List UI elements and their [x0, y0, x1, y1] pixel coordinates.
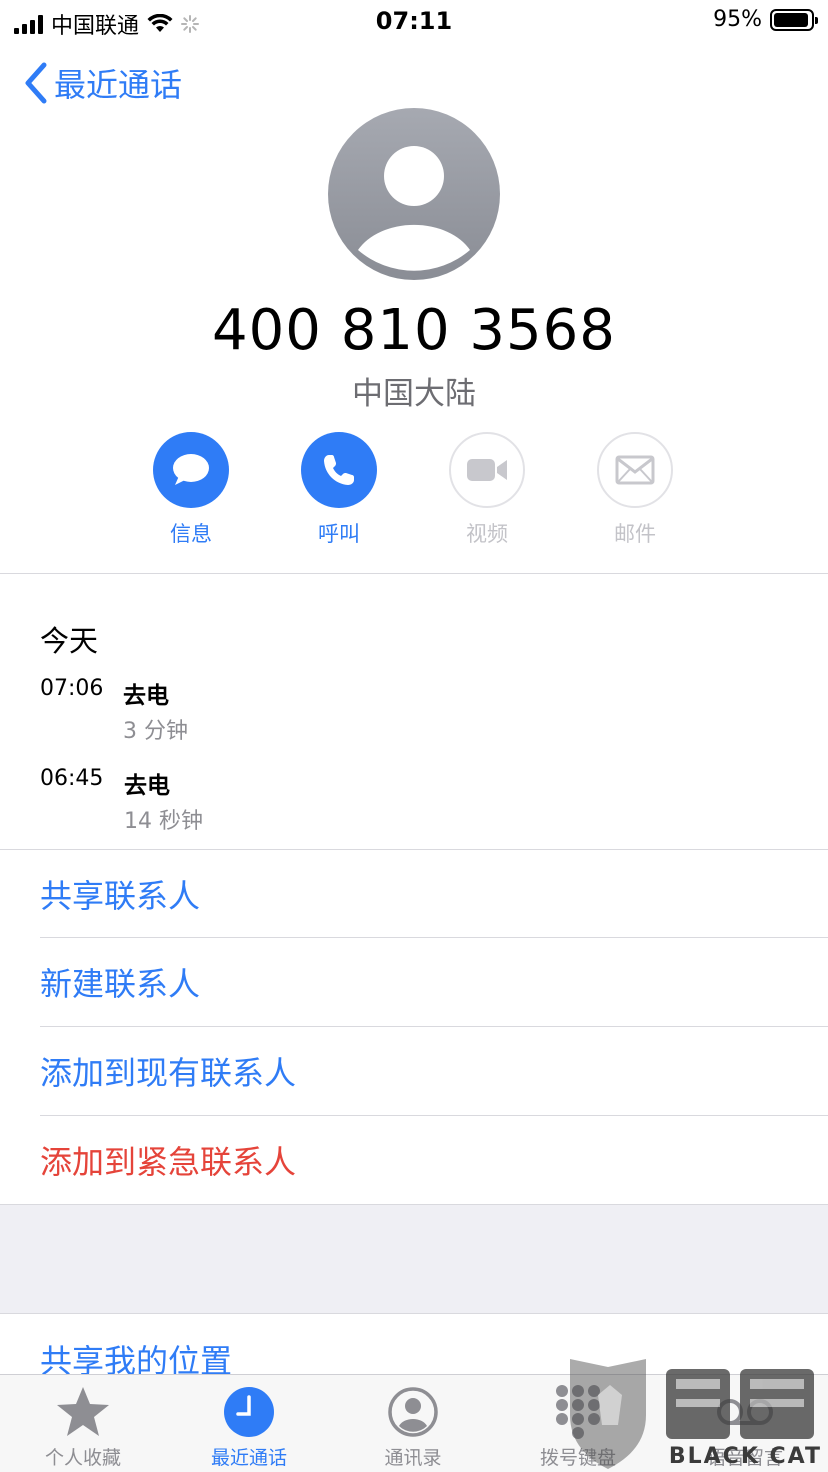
share-contact-button[interactable]: 共享联系人 [40, 850, 828, 938]
call-type: 去电 [123, 683, 169, 709]
video-button-circle [449, 432, 525, 508]
tab-label: 个人收藏 [44, 1447, 121, 1469]
tab-label: 通讯录 [384, 1447, 442, 1469]
back-label: 最近通话 [54, 66, 183, 104]
video-label: 视频 [466, 522, 508, 546]
create-contact-button[interactable]: 新建联系人 [40, 938, 828, 1026]
message-label: 信息 [170, 522, 212, 546]
status-time: 07:11 [375, 7, 453, 35]
person-silhouette-icon [358, 146, 470, 271]
watermark-text: BLACK CAT [668, 1444, 822, 1469]
call-button[interactable]: 呼叫 [279, 432, 399, 548]
section-gap [0, 1204, 828, 1314]
call-button-circle [301, 432, 377, 508]
clock-icon [224, 1387, 274, 1437]
message-icon [173, 454, 209, 485]
call-duration: 3 分钟 [123, 719, 188, 744]
tab-label: 最近通话 [210, 1447, 287, 1469]
video-icon [467, 459, 507, 481]
battery-percent: 95% [713, 7, 762, 32]
phone-icon [324, 455, 354, 485]
chevron-left-icon [25, 62, 47, 104]
mail-label: 邮件 [614, 522, 656, 546]
contact-region: 中国大陆 [352, 376, 476, 412]
back-button[interactable]: 最近通话 [22, 60, 182, 106]
call-label: 呼叫 [318, 522, 360, 546]
battery-icon [770, 8, 818, 31]
history-date: 今天 [40, 624, 99, 658]
contacts-icon [388, 1387, 438, 1437]
call-time: 06:45 [40, 766, 104, 791]
star-icon [57, 1387, 109, 1436]
mail-icon [615, 455, 655, 485]
mail-button[interactable]: 邮件 [575, 432, 695, 548]
call-time: 07:06 [40, 676, 104, 701]
avatar [328, 108, 500, 280]
tab-favorites[interactable]: 个人收藏 [0, 1383, 166, 1470]
message-button[interactable]: 信息 [131, 432, 251, 548]
message-button-circle [153, 432, 229, 508]
divider [0, 573, 828, 574]
call-type: 去电 [124, 773, 170, 799]
add-to-existing-contact-button[interactable]: 添加到现有联系人 [40, 1027, 828, 1115]
video-button[interactable]: 视频 [427, 432, 547, 548]
contact-number: 400 810 3568 [212, 298, 616, 363]
tab-contacts[interactable]: 通讯录 [330, 1383, 496, 1470]
status-bar: 中国联通 07:11 95% [0, 0, 828, 44]
status-right: 95% [713, 7, 818, 32]
mail-button-circle [597, 432, 673, 508]
battery-level [774, 12, 809, 27]
add-to-emergency-contacts-button[interactable]: 添加到紧急联系人 [40, 1116, 828, 1204]
call-duration: 14 秒钟 [124, 809, 203, 834]
tab-recents[interactable]: 最近通话 [166, 1383, 332, 1470]
